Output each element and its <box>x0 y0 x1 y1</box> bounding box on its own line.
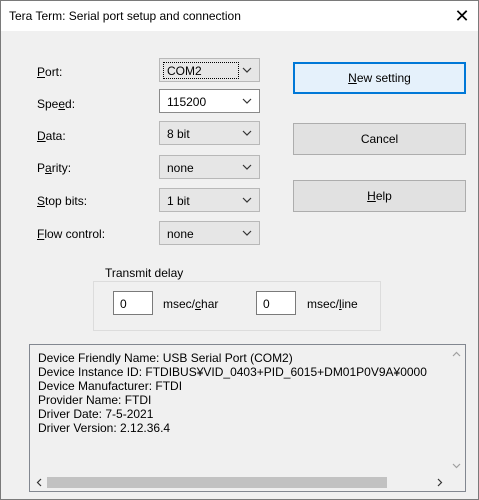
flow-control-label: Flow control: <box>37 227 106 241</box>
speed-select[interactable]: 115200 <box>159 89 260 113</box>
window-title: Tera Term: Serial port setup and connect… <box>9 9 241 23</box>
transmit-delay-title: Transmit delay <box>101 266 188 280</box>
device-info-line: Device Manufacturer: FTDI <box>38 379 183 393</box>
data-value: 8 bit <box>167 127 190 141</box>
port-select[interactable]: COM2 <box>159 58 260 82</box>
flow-control-value: none <box>167 227 194 241</box>
device-info-box[interactable]: Device Friendly Name: USB Serial Port (C… <box>29 344 466 492</box>
cancel-button[interactable]: Cancel <box>293 123 466 155</box>
port-value: COM2 <box>167 64 202 78</box>
new-setting-button[interactable]: New setting <box>293 62 466 94</box>
device-info-text: Device Friendly Name: USB Serial Port (C… <box>38 351 443 435</box>
port-label: Port: <box>37 65 63 79</box>
scroll-up-arrow-icon[interactable] <box>448 345 465 362</box>
char-delay-input[interactable]: 0 <box>113 291 153 315</box>
scroll-down-arrow-icon[interactable] <box>448 457 465 474</box>
chevron-down-icon <box>241 159 253 175</box>
scroll-left-arrow-icon[interactable] <box>30 474 47 491</box>
scrollbar-corner <box>448 474 465 491</box>
flow-control-select[interactable]: none <box>159 221 260 245</box>
stop-bits-label: Stop bits: <box>37 194 88 208</box>
parity-value: none <box>167 161 194 175</box>
line-delay-unit: msec/line <box>307 297 358 311</box>
device-info-line: Device Instance ID: FTDIBUS¥VID_0403+PID… <box>38 365 427 379</box>
chevron-down-icon <box>241 192 253 208</box>
device-info-line: Provider Name: FTDI <box>38 393 152 407</box>
serial-port-dialog: Tera Term: Serial port setup and connect… <box>0 0 479 500</box>
line-delay-input[interactable]: 0 <box>256 291 296 315</box>
horizontal-scrollbar[interactable] <box>30 474 448 491</box>
parity-label: Parity: <box>37 161 72 175</box>
chevron-down-icon <box>241 125 253 141</box>
stop-bits-value: 1 bit <box>167 194 190 208</box>
parity-select[interactable]: none <box>159 155 260 179</box>
title-bar: Tera Term: Serial port setup and connect… <box>1 1 478 31</box>
chevron-down-icon <box>241 93 253 109</box>
device-info-line: Driver Version: 2.12.36.4 <box>38 421 171 435</box>
scroll-right-arrow-icon[interactable] <box>431 474 448 491</box>
chevron-down-icon <box>241 62 253 78</box>
device-info-line: Driver Date: 7-5-2021 <box>38 407 154 421</box>
help-button[interactable]: Help <box>293 180 466 212</box>
speed-label: Speed: <box>37 97 76 111</box>
speed-value: 115200 <box>167 95 207 109</box>
horizontal-scroll-thumb[interactable] <box>47 477 387 488</box>
stop-bits-select[interactable]: 1 bit <box>159 188 260 212</box>
data-label: Data: <box>37 129 66 143</box>
data-select[interactable]: 8 bit <box>159 121 260 145</box>
chevron-down-icon <box>241 225 253 241</box>
char-delay-unit: msec/char <box>163 297 219 311</box>
device-info-line: Device Friendly Name: USB Serial Port (C… <box>38 351 293 365</box>
close-icon[interactable]: ✕ <box>450 4 474 28</box>
vertical-scrollbar[interactable] <box>448 345 465 474</box>
